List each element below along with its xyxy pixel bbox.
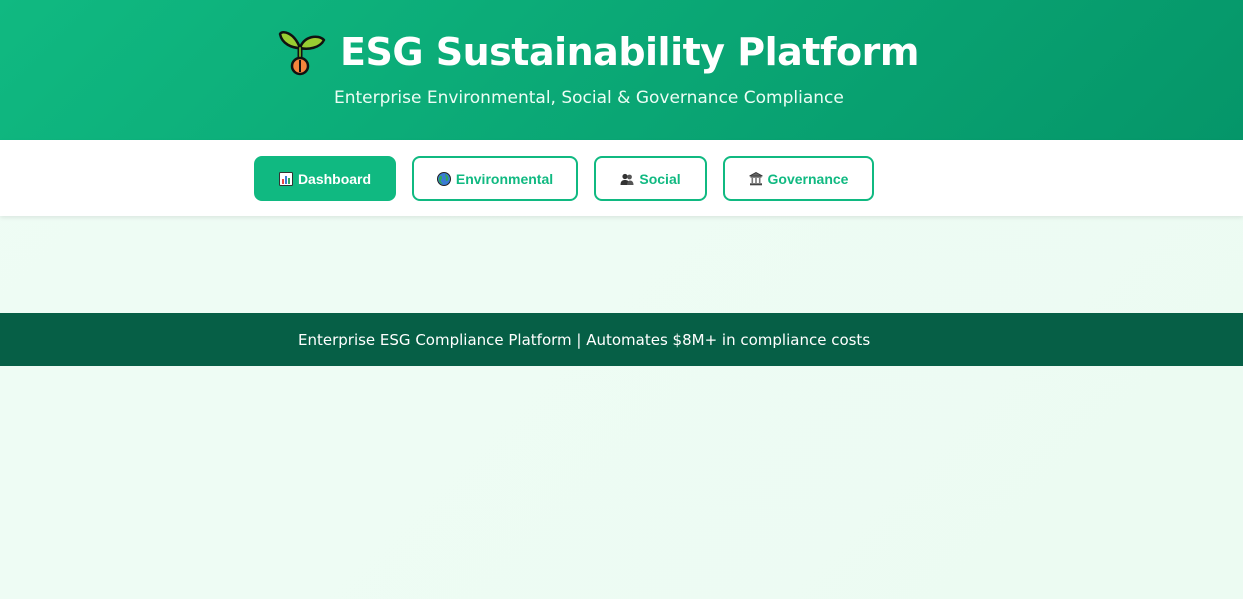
- page-title: ESG Sustainability Platform: [340, 30, 919, 74]
- tab-dashboard[interactable]: Dashboard: [254, 156, 396, 201]
- tab-environmental-label: Environmental: [455, 170, 554, 187]
- seedling-icon: [278, 26, 326, 78]
- page-subtitle: Enterprise Environmental, Social & Gover…: [334, 88, 844, 108]
- tab-social[interactable]: Social: [594, 156, 707, 201]
- main-nav: Dashboard Environmental Social Governanc…: [0, 140, 1243, 216]
- bar-chart-icon: [278, 171, 293, 186]
- footer-banner: Enterprise ESG Compliance Platform | Aut…: [0, 313, 1243, 366]
- classical-building-icon: [748, 171, 763, 186]
- tab-social-label: Social: [639, 170, 681, 187]
- tab-dashboard-label: Dashboard: [297, 170, 372, 187]
- footer-banner-text: Enterprise ESG Compliance Platform | Aut…: [298, 331, 871, 349]
- tab-governance[interactable]: Governance: [723, 156, 874, 201]
- tab-governance-label: Governance: [767, 170, 849, 187]
- app-header: ESG Sustainability Platform Enterprise E…: [0, 0, 1243, 140]
- brand: ESG Sustainability Platform: [278, 26, 919, 78]
- tab-environmental[interactable]: Environmental: [412, 156, 578, 201]
- globe-icon: [436, 171, 451, 186]
- people-icon: [620, 172, 634, 186]
